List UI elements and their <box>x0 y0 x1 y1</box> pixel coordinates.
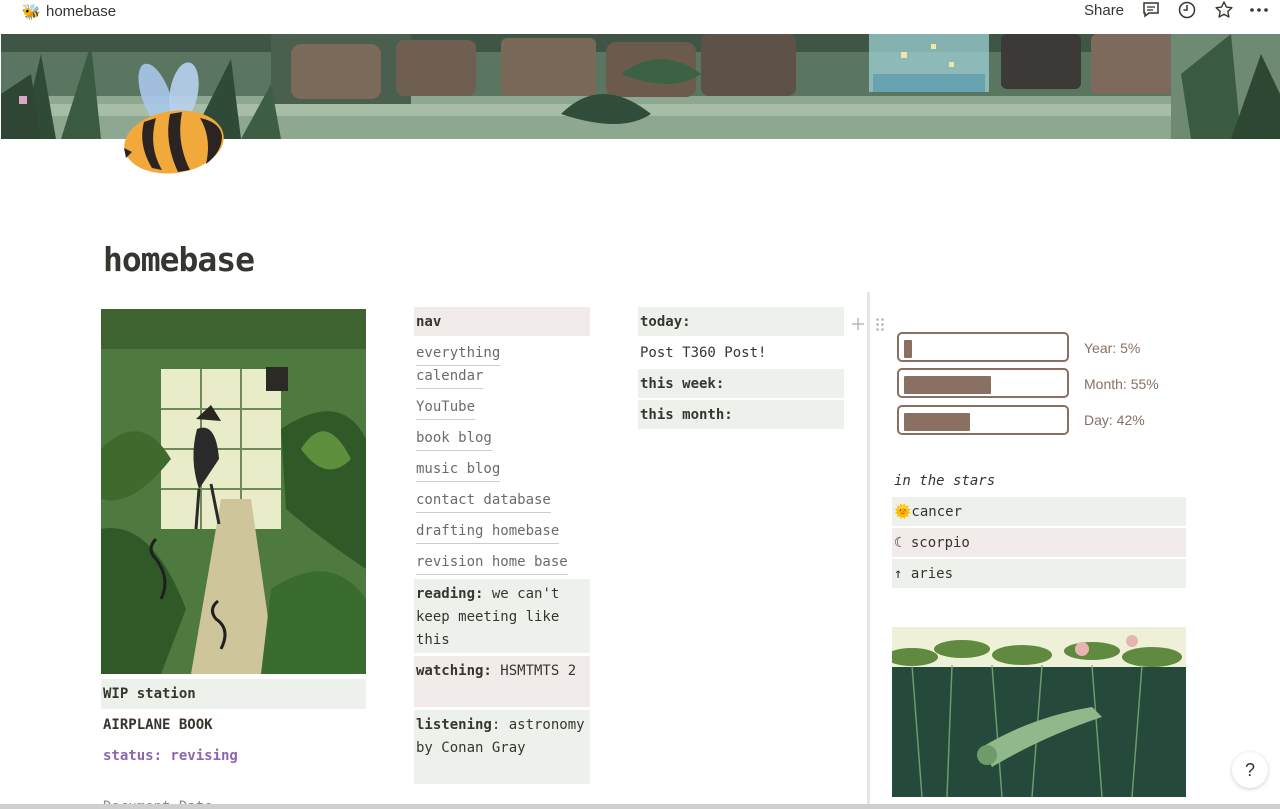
day-progress-bar <box>897 405 1069 435</box>
drag-handle-icon[interactable] <box>875 317 885 332</box>
nav-link-drafting-homebase[interactable]: drafting homebase <box>416 520 560 544</box>
listening-label: listening <box>416 717 492 733</box>
greenhouse-illustration[interactable] <box>101 309 366 674</box>
today-header[interactable]: today: <box>638 307 844 336</box>
help-button[interactable]: ? <box>1232 752 1268 788</box>
day-progress-fill <box>904 413 970 431</box>
reading-label: reading: <box>416 586 484 602</box>
breadcrumb-page-title[interactable]: homebase <box>46 3 116 20</box>
nav-link-revision-home-base[interactable]: revision home base <box>416 551 568 575</box>
month-progress-label: Month: 55% <box>1084 376 1159 392</box>
sun-sign[interactable]: 🌞cancer <box>892 497 1186 526</box>
watching-block[interactable]: watching: HSMTMTS 2 <box>414 656 590 707</box>
bee-page-icon[interactable]: 🐝 <box>22 3 41 21</box>
share-button[interactable]: Share <box>1084 2 1124 19</box>
greenhouse-witch-image <box>101 309 366 674</box>
nav-link-youtube[interactable]: YouTube <box>416 396 476 420</box>
nav-link-book-blog[interactable]: book blog <box>416 427 492 451</box>
wip-status[interactable]: status: revising <box>101 741 366 771</box>
today-item[interactable]: Post T360 Post! <box>638 338 844 367</box>
day-progress-label: Day: 42% <box>1084 412 1145 428</box>
column-resize-divider[interactable] <box>867 292 870 809</box>
nav-header[interactable]: nav <box>414 307 590 336</box>
wip-station-header[interactable]: WIP station <box>101 679 366 709</box>
reading-block[interactable]: reading: we can't keep meeting like this <box>414 579 590 653</box>
year-progress-bar <box>897 332 1069 362</box>
add-block-plus-icon[interactable] <box>851 317 865 331</box>
swimmer-lotus-image <box>892 627 1186 797</box>
this-month-header[interactable]: this month: <box>638 400 844 429</box>
favorite-star-icon[interactable] <box>1214 0 1234 20</box>
moon-sign[interactable]: ☾ scorpio <box>892 528 1186 557</box>
month-progress-bar <box>897 368 1069 398</box>
watching-label: watching: <box>416 663 492 679</box>
nav-link-calendar[interactable]: calendar <box>416 365 484 389</box>
more-options-icon[interactable] <box>1249 0 1269 20</box>
year-progress-label: Year: 5% <box>1084 340 1141 356</box>
top-bar: 🐝 homebase Share <box>0 0 1280 34</box>
lotus-pond-illustration[interactable] <box>892 627 1186 797</box>
wip-book-title[interactable]: AIRPLANE BOOK <box>101 710 366 740</box>
this-week-header[interactable]: this week: <box>638 369 844 398</box>
history-clock-icon[interactable] <box>1177 0 1197 20</box>
comment-icon[interactable] <box>1141 0 1161 20</box>
month-progress-fill <box>904 376 991 394</box>
nav-link-everything[interactable]: everything <box>416 342 501 366</box>
watching-value: HSMTMTS 2 <box>491 663 577 679</box>
page-title[interactable]: homebase <box>103 240 255 279</box>
nav-link-contact-database[interactable]: contact database <box>416 489 551 513</box>
in-the-stars-heading[interactable]: in the stars <box>892 466 1186 495</box>
bottom-scroll-edge <box>0 804 1280 809</box>
listening-block[interactable]: listening: astronomy by Conan Gray <box>414 710 590 784</box>
year-progress-fill <box>904 340 912 358</box>
rising-sign[interactable]: ↑ aries <box>892 559 1186 588</box>
bee-page-icon-large[interactable] <box>116 60 232 180</box>
nav-link-music-blog[interactable]: music blog <box>416 458 501 482</box>
